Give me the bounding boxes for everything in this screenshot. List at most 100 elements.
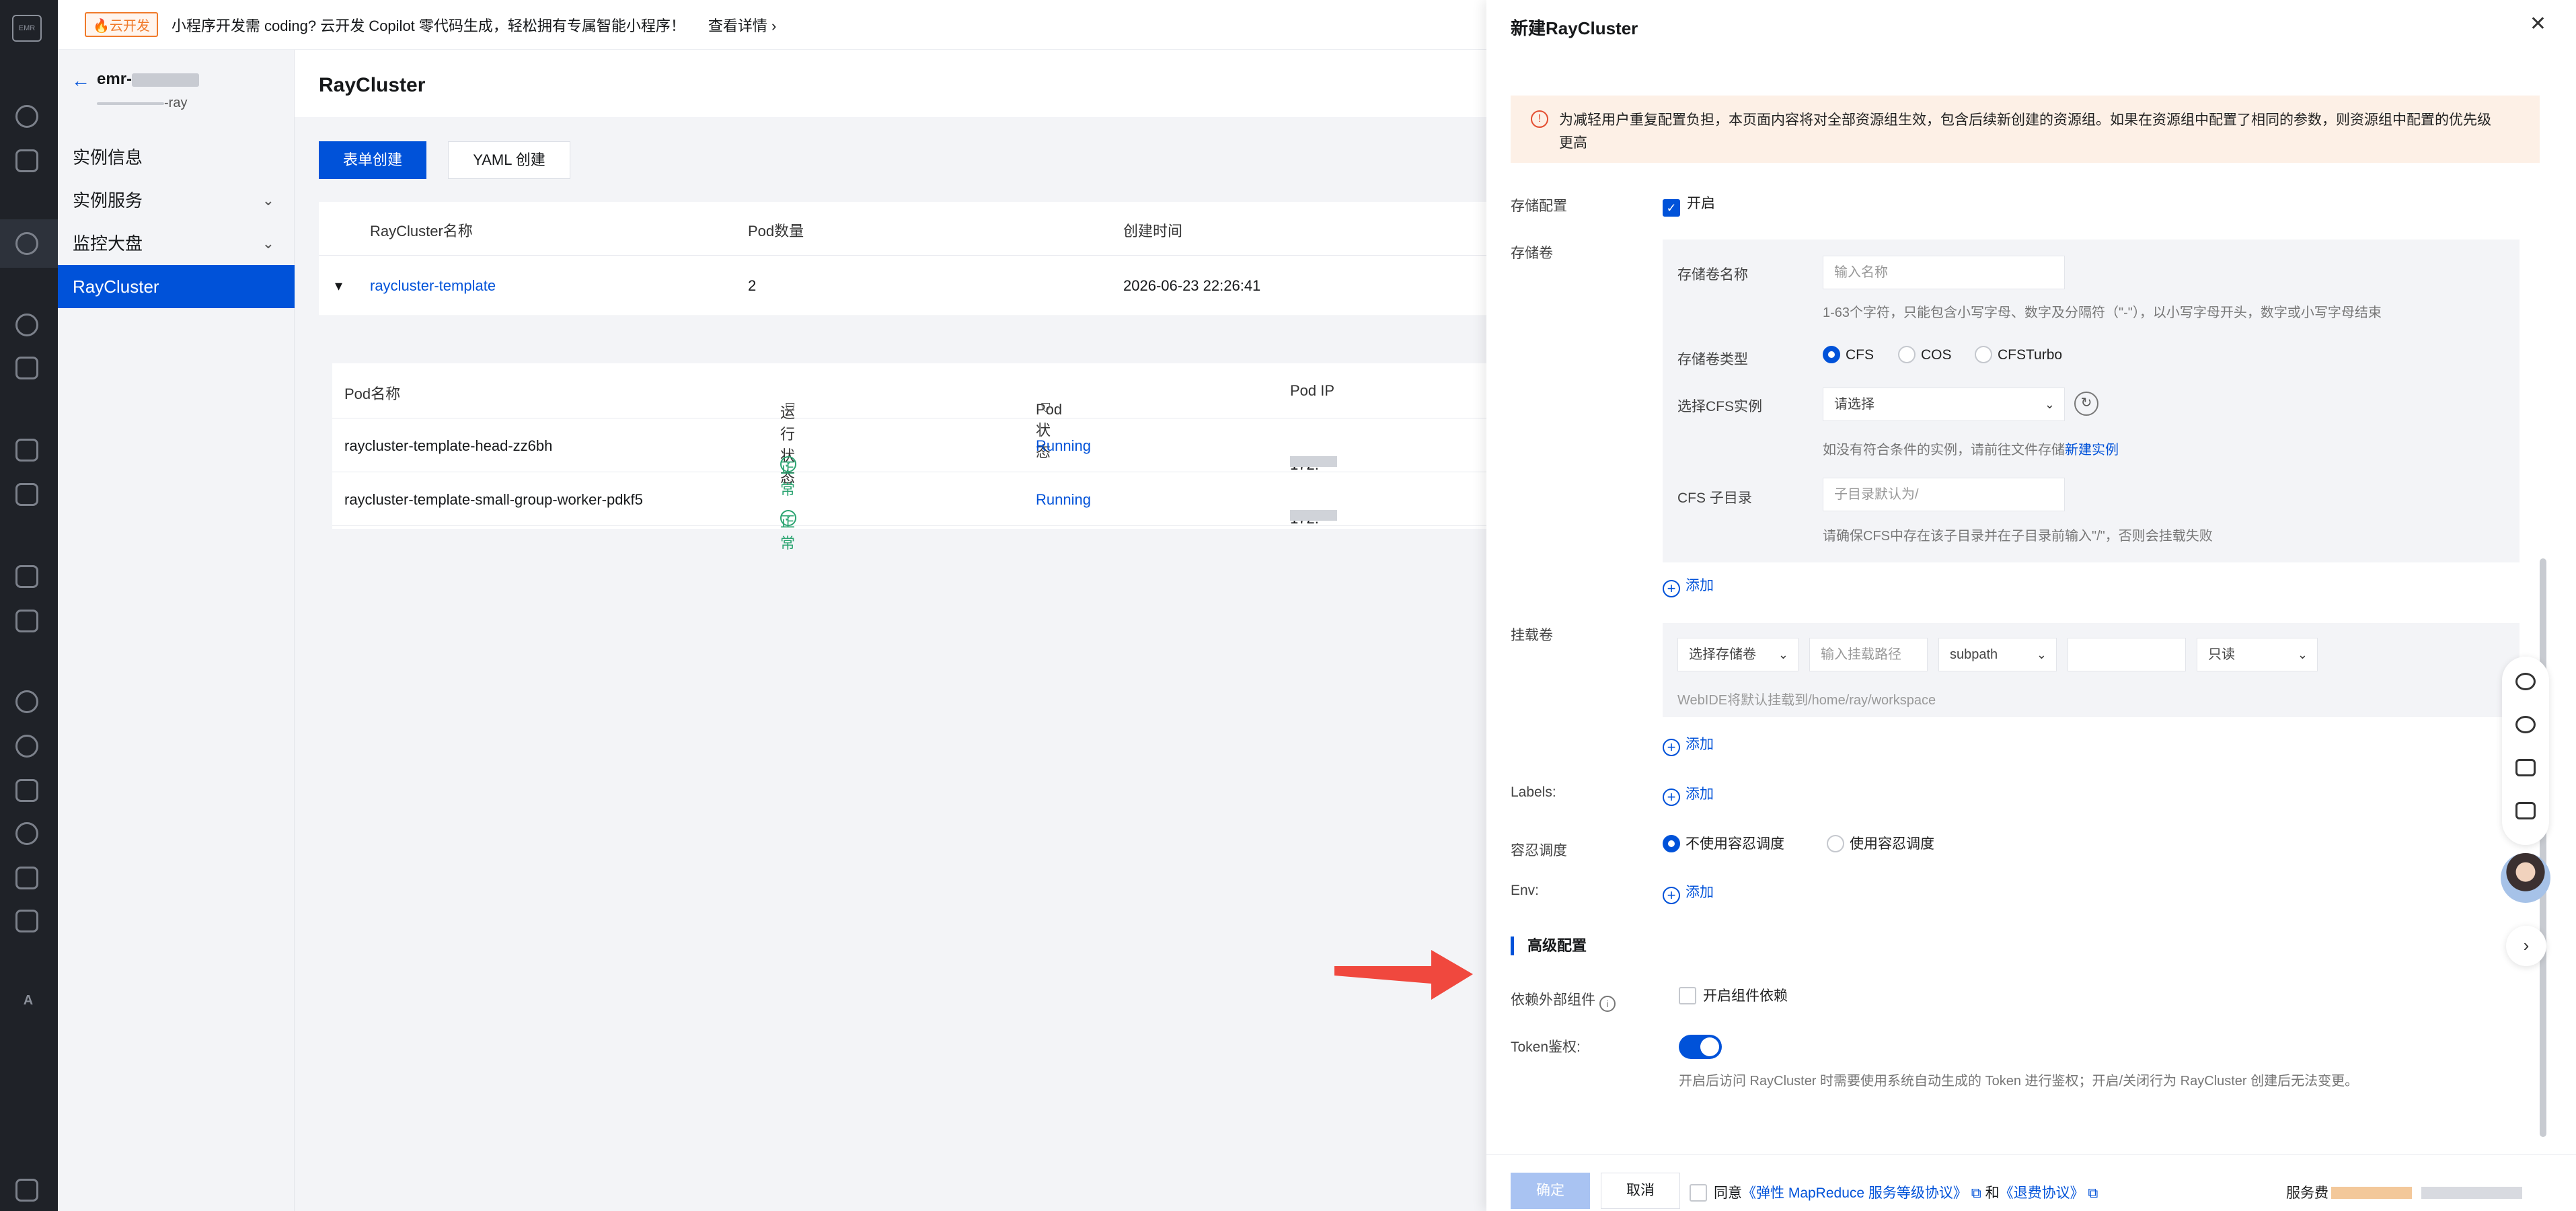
checkbox-checked-icon[interactable]: ✓ <box>1663 199 1680 217</box>
volume-type-cfsturbo-radio[interactable]: CFSTurbo <box>1975 346 2062 363</box>
token-auth-toggle[interactable] <box>1679 1035 1722 1059</box>
mount-path-input[interactable]: 输入挂载路径 <box>1809 638 1928 671</box>
sla-link[interactable]: 《弹性 MapReduce 服务等级协议》 <box>1742 1185 1967 1201</box>
table-row: ▾ raycluster-template 2 2026-06-23 22:26… <box>319 256 1486 316</box>
plus-circle-icon: + <box>1663 887 1680 904</box>
monitor-icon[interactable] <box>15 735 38 758</box>
cluster-icon[interactable] <box>15 232 38 255</box>
sidebar-item-monitoring[interactable]: 监控大盘 ⌄ <box>58 222 295 265</box>
cfs-subdir-label: CFS 子目录 <box>1677 490 1752 506</box>
mount-mode-dropdown[interactable]: 只读 ⌄ <box>2197 638 2318 671</box>
select-volume-dropdown[interactable]: 选择存储卷 ⌄ <box>1677 638 1798 671</box>
floating-toolbar <box>2502 657 2549 845</box>
chevron-right-icon[interactable]: › <box>2506 926 2546 966</box>
column-header: Pod名称 <box>344 386 401 402</box>
dashboard-icon[interactable] <box>15 105 38 128</box>
headset-icon[interactable] <box>2515 673 2536 690</box>
back-arrow-icon[interactable]: ← <box>71 70 90 91</box>
info-icon[interactable]: i <box>1599 996 1616 1012</box>
sidebar-item-instance-services[interactable]: 实例服务 ⌄ <box>58 179 295 222</box>
file-search-icon[interactable] <box>15 779 38 802</box>
filter-icon[interactable]: ⛉ <box>786 401 795 415</box>
create-form-button[interactable]: 表单创建 <box>319 141 426 179</box>
document-icon[interactable] <box>15 149 38 172</box>
promo-details-link[interactable]: 查看详情 › <box>708 14 776 36</box>
pod-table-header: Pod名称 运行状态 ⛉ Pod状态 ⛉ Pod IP <box>332 363 1486 486</box>
drawer-scrollbar[interactable] <box>2540 558 2546 1137</box>
refund-link[interactable]: 《退费协议》 <box>2000 1185 2084 1201</box>
emr-logo-icon[interactable]: EMR <box>12 15 42 42</box>
sidebar-item-instance-info[interactable]: 实例信息 <box>58 136 295 179</box>
mount-volume-label: 挂载卷 <box>1511 628 1553 643</box>
close-icon[interactable]: ✕ <box>2530 12 2546 36</box>
global-nav-rail: EMR A <box>0 0 58 1211</box>
add-env-button[interactable]: + 添加 <box>1663 881 1714 904</box>
volume-type-cfs-radio[interactable]: CFS <box>1823 346 1874 363</box>
cfs-subdir-input[interactable]: 子目录默认为/ <box>1823 478 2065 511</box>
promo-banner: 🔥云开发 小程序开发需 coding? 云开发 Copilot 零代码生成，轻松… <box>58 0 1486 50</box>
settings-icon[interactable] <box>15 822 38 845</box>
table-row: raycluster-template-head-zz6bh ✓ 正常 Runni… <box>332 418 1486 498</box>
radio-icon[interactable] <box>1827 835 1844 852</box>
use-toleration-radio[interactable]: 使用容忍调度 <box>1827 833 1934 853</box>
plus-circle-icon: + <box>1663 739 1680 756</box>
subpath-input[interactable] <box>2068 638 2186 671</box>
user-icon[interactable] <box>15 690 38 713</box>
agree-checkbox[interactable] <box>1690 1184 1707 1202</box>
advanced-config-title: 高级配置 <box>1511 937 1587 955</box>
add-storage-volume-button[interactable]: + 添加 <box>1663 575 1714 597</box>
storage-icon[interactable] <box>15 565 38 588</box>
pod-status: Running <box>1036 491 1091 508</box>
no-toleration-radio[interactable]: 不使用容忍调度 <box>1663 833 1784 853</box>
warning-icon: ! <box>1531 110 1548 128</box>
funnel-icon[interactable] <box>15 357 38 379</box>
table-icon[interactable] <box>15 483 38 506</box>
promo-tag: 🔥云开发 <box>85 12 158 37</box>
volume-type-label: 存储卷类型 <box>1677 352 1748 367</box>
book-icon[interactable] <box>2515 759 2536 776</box>
cloud-icon[interactable] <box>2515 716 2536 733</box>
volume-type-cos-radio[interactable]: COS <box>1898 346 1952 363</box>
feedback-icon[interactable] <box>2515 802 2536 819</box>
pod-name: raycluster-template-small-group-worker-p… <box>344 491 643 508</box>
ai-icon[interactable]: A <box>13 993 43 1008</box>
chevron-down-icon: ⌄ <box>262 235 274 252</box>
column-header: Pod数量 <box>748 223 804 240</box>
volume-name-input[interactable]: 输入名称 <box>1823 256 2065 289</box>
mount-volume-box: 选择存储卷 ⌄ 输入挂载路径 subpath ⌄ 只读 ⌄ WebIDE将默认挂载到/… <box>1663 623 2520 717</box>
create-cfs-instance-link[interactable]: 新建实例 <box>2065 443 2119 457</box>
sidebar-toggle-icon[interactable] <box>15 1179 38 1202</box>
cancel-button[interactable]: 取消 <box>1601 1173 1680 1209</box>
chevron-down-icon: ⌄ <box>262 192 274 209</box>
storage-config-checkbox[interactable]: ✓ 开启 <box>1663 192 1715 217</box>
refresh-icon[interactable]: ↻ <box>2074 392 2098 416</box>
filter-icon[interactable]: ⛉ <box>1041 401 1051 415</box>
assistant-avatar[interactable] <box>2501 853 2550 903</box>
table-row: raycluster-template-small-group-worker-p… <box>332 472 1486 552</box>
cfs-instance-select[interactable]: 请选择 ⌄ <box>1823 388 2065 421</box>
radio-icon[interactable] <box>1975 346 1992 363</box>
sidebar-item-raycluster[interactable]: RayCluster <box>58 265 295 308</box>
radio-icon[interactable] <box>1898 346 1916 363</box>
subpath-dropdown[interactable]: subpath ⌄ <box>1938 638 2057 671</box>
env-label: Env: <box>1511 883 1540 898</box>
shield-icon[interactable] <box>15 867 38 889</box>
grid-icon[interactable] <box>15 610 38 632</box>
expand-row-icon[interactable]: ▾ <box>335 277 342 295</box>
chart-icon[interactable] <box>15 910 38 932</box>
column-header: Pod IP <box>1290 382 1335 399</box>
enable-dependency-checkbox[interactable]: 开启组件依赖 <box>1679 985 1788 1005</box>
radio-selected-icon[interactable] <box>1823 346 1840 363</box>
radio-selected-icon[interactable] <box>1663 835 1680 852</box>
raycluster-table: RayCluster名称 Pod数量 创建时间 ▾ raycluster-tem… <box>319 202 1486 599</box>
add-mount-button[interactable]: + 添加 <box>1663 733 1714 756</box>
checkbox-icon[interactable] <box>1679 987 1696 1004</box>
create-yaml-button[interactable]: YAML 创建 <box>448 141 570 179</box>
link-icon[interactable] <box>15 314 38 336</box>
storage-volume-label: 存储卷 <box>1511 246 1553 261</box>
add-label-button[interactable]: + 添加 <box>1663 783 1714 806</box>
list-icon[interactable] <box>15 439 38 462</box>
confirm-button[interactable]: 确定 <box>1511 1173 1590 1209</box>
chevron-down-icon: ⌄ <box>2044 398 2055 411</box>
raycluster-name-link[interactable]: raycluster-template <box>370 277 496 295</box>
